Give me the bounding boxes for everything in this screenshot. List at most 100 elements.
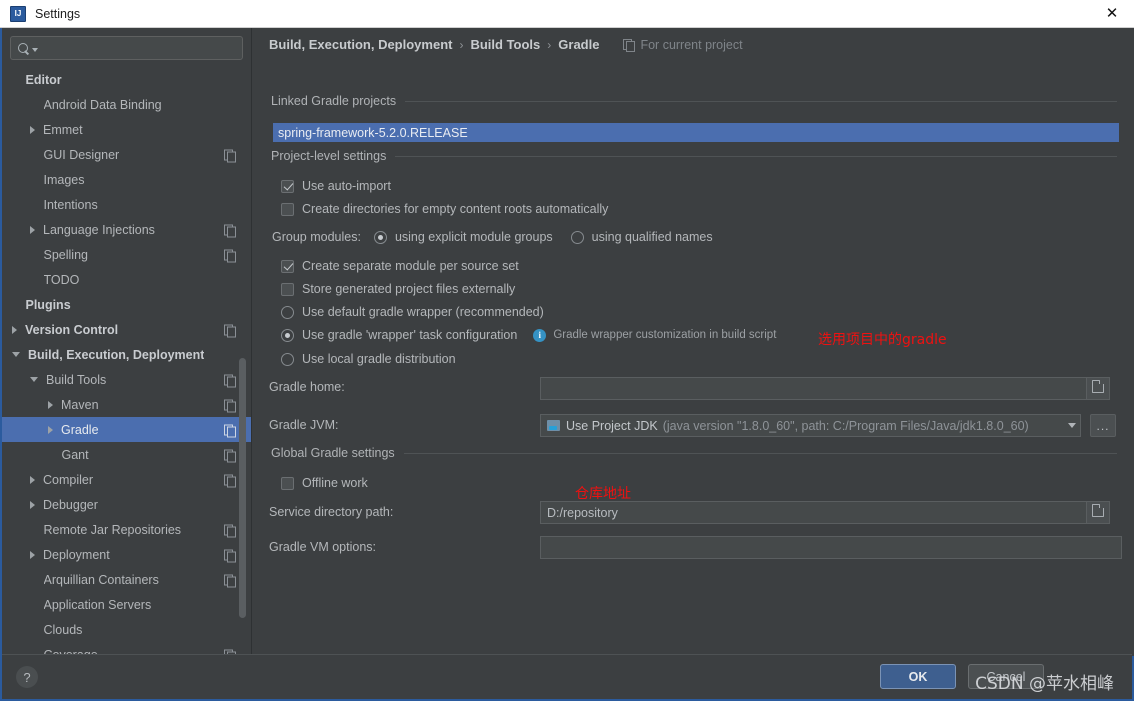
sidebar-item-version-control[interactable]: Version Control [2,317,251,342]
service-directory-browse-button[interactable] [1086,501,1110,524]
use-auto-import-checkbox-row[interactable]: Use auto-import [281,179,391,193]
sidebar-item-images[interactable]: Images [2,167,251,192]
breadcrumb-item-gradle[interactable]: Gradle [558,37,599,52]
chevron-right-icon[interactable] [30,475,35,484]
wrapper-task-radio[interactable] [281,328,294,342]
sidebar-item-label: Arquillian Containers [43,572,159,587]
sidebar-item-arquillian-containers[interactable]: Arquillian Containers [2,567,251,592]
search-box[interactable] [10,36,243,60]
sidebar-item-label: Clouds [43,622,83,637]
chevron-right-icon[interactable] [12,325,17,334]
group-modules-explicit-label: using explicit module groups [394,230,553,244]
scope-note: For current project [623,38,743,52]
breadcrumb: Build, Execution, Deployment › Build Too… [269,37,743,52]
chevron-down-icon[interactable] [32,48,38,52]
group-modules-explicit-radio[interactable] [373,230,387,244]
sidebar-item-clouds[interactable]: Clouds [2,617,251,642]
sidebar-item-deployment[interactable]: Deployment [2,542,251,567]
chevron-right-icon[interactable] [48,425,53,434]
sidebar-item-label: Emmet [43,122,83,137]
sidebar-item-label: Build Tools [46,372,107,387]
separate-module-checkbox[interactable] [281,259,294,273]
sidebar-item-debugger[interactable]: Debugger [2,492,251,517]
offline-work-checkbox[interactable] [281,476,294,490]
gradle-home-browse-button[interactable] [1086,377,1110,400]
sidebar-item-intentions[interactable]: Intentions [2,192,251,217]
window-titlebar: Settings ✕ [0,0,1134,28]
wrapper-hint: i Gradle wrapper customization in build … [533,328,776,342]
chevron-right-icon[interactable] [48,400,53,409]
default-wrapper-radio[interactable] [281,305,294,319]
breadcrumb-item-build-tools[interactable]: Build Tools [470,37,540,52]
breadcrumb-item-build-execution-deployment[interactable]: Build, Execution, Deployment [269,37,452,52]
gradle-jvm-more-button[interactable]: ... [1090,414,1116,437]
chevron-right-icon[interactable] [30,225,35,234]
chevron-right-icon[interactable] [30,125,35,134]
sidebar-item-label: Android Data Binding [43,97,162,112]
gradle-jvm-combobox[interactable]: Use Project JDK (java version "1.8.0_60"… [540,414,1081,437]
default-wrapper-label: Use default gradle wrapper (recommended) [302,305,544,319]
sidebar-item-gant[interactable]: Gant [2,442,251,467]
chevron-down-icon[interactable] [30,377,38,382]
settings-sidebar: Editor Android Data Binding Emmet GUI Desig… [2,28,252,662]
group-modules-qualified-radio[interactable] [570,230,584,244]
gradle-home-input[interactable] [540,377,1098,400]
chevron-down-icon[interactable] [1068,423,1076,428]
use-auto-import-checkbox[interactable] [281,179,294,193]
sidebar-item-gui-designer[interactable]: GUI Designer [2,142,251,167]
local-distribution-radio-row[interactable]: Use local gradle distribution [281,352,456,366]
tree-arrow-placeholder [30,176,36,184]
sidebar-item-language-injections[interactable]: Language Injections [2,217,251,242]
service-directory-label: Service directory path: [269,505,394,519]
sidebar-item-emmet[interactable]: Emmet [2,117,251,142]
local-distribution-label: Use local gradle distribution [302,352,456,366]
sidebar-scrollbar-thumb[interactable] [239,358,246,618]
offline-work-label: Offline work [302,476,368,490]
chevron-down-icon[interactable] [12,352,20,357]
create-directories-checkbox[interactable] [281,202,294,216]
store-externally-checkbox[interactable] [281,282,294,296]
tree-arrow-placeholder [30,201,36,209]
vm-options-input[interactable] [540,536,1122,559]
tree-arrow-placeholder [30,576,36,584]
local-distribution-radio[interactable] [281,352,294,366]
settings-dialog-body: Editor Android Data Binding Emmet GUI Desig… [0,28,1134,701]
tree-arrow-placeholder [30,601,36,609]
use-auto-import-label: Use auto-import [302,179,391,193]
sidebar-item-label: Deployment [43,547,110,562]
help-button[interactable]: ? [16,666,38,688]
separate-module-checkbox-row[interactable]: Create separate module per source set [281,259,519,273]
section-divider [403,452,1117,454]
chevron-right-icon[interactable] [30,500,35,509]
sidebar-item-label: Remote Jar Repositories [43,522,182,537]
ok-button[interactable]: OK [880,664,956,689]
sidebar-item-maven[interactable]: Maven [2,392,251,417]
offline-work-checkbox-row[interactable]: Offline work [281,476,368,490]
sidebar-item-gradle[interactable]: Gradle [2,417,251,442]
sidebar-item-todo[interactable]: TODO [2,267,251,292]
linked-project-item[interactable]: spring-framework-5.2.0.RELEASE [273,123,1119,142]
sidebar-item-build-tools[interactable]: Build Tools [2,367,251,392]
create-directories-checkbox-row[interactable]: Create directories for empty content roo… [281,202,608,216]
folder-icon [1091,504,1104,517]
sidebar-item-editor[interactable]: Editor [2,67,251,92]
copy-icon [224,524,236,537]
service-directory-input[interactable]: D:/repository [540,501,1098,524]
sidebar-item-android-data-binding[interactable]: Android Data Binding [2,92,251,117]
gradle-jvm-label-row: Gradle JVM: [269,418,338,432]
sidebar-item-label: Gradle [61,422,99,437]
default-wrapper-radio-row[interactable]: Use default gradle wrapper (recommended) [281,305,544,319]
store-externally-checkbox-row[interactable]: Store generated project files externally [281,282,515,296]
tree-arrow-placeholder [48,451,54,459]
wrapper-task-radio-row[interactable]: Use gradle 'wrapper' task configuration … [281,328,776,342]
close-icon[interactable]: ✕ [1090,0,1134,27]
cancel-button[interactable]: Cancel [968,664,1044,689]
search-input[interactable] [42,41,242,55]
sidebar-item-remote-jar-repositories[interactable]: Remote Jar Repositories [2,517,251,542]
sidebar-item-application-servers[interactable]: Application Servers [2,592,251,617]
chevron-right-icon[interactable] [30,550,35,559]
sidebar-item-build-execution-deployment[interactable]: Build, Execution, Deployment [2,342,251,367]
sidebar-item-spelling[interactable]: Spelling [2,242,251,267]
sidebar-item-plugins[interactable]: Plugins [2,292,251,317]
sidebar-item-compiler[interactable]: Compiler [2,467,251,492]
